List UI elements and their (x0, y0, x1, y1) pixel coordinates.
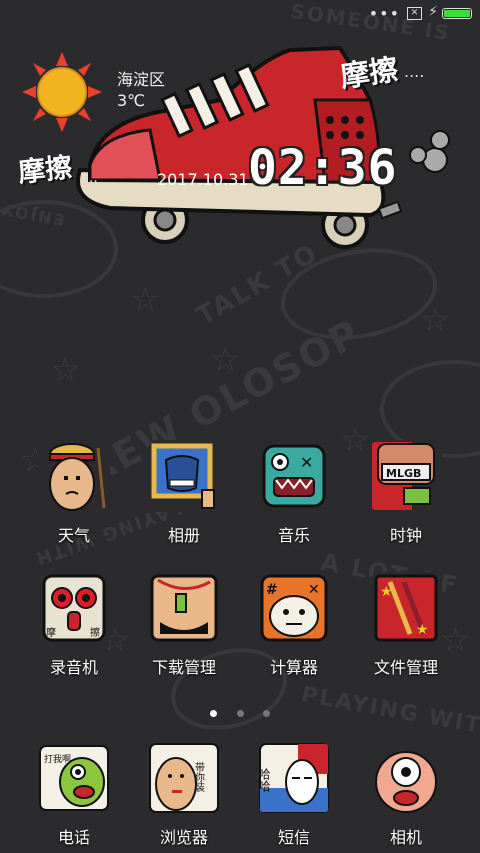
svg-text:#: # (266, 582, 278, 598)
app-clock[interactable]: MLGB 时钟 (351, 440, 461, 546)
browser-bubble-text: 带你装 (193, 762, 205, 793)
file-manager-icon: ★ ★ (370, 572, 442, 644)
bolt-icon: ⚡ (428, 4, 438, 20)
svg-text:✕: ✕ (308, 582, 320, 598)
app-weather[interactable]: 天气 (19, 440, 129, 546)
more-dots-icon: ••• (368, 4, 400, 23)
app-label: 相册 (167, 526, 200, 545)
page-dot[interactable] (210, 710, 218, 717)
app-label: 时钟 (389, 526, 422, 545)
phone-bubble-text: 打我啊 (44, 753, 71, 765)
app-download[interactable]: 下载管理 (129, 572, 239, 678)
app-label: 相机 (389, 828, 422, 847)
recorder-right-text: 擦 (90, 626, 100, 639)
phone-icon: 打我啊 (38, 742, 110, 814)
sun-icon (22, 52, 102, 132)
brand-dots: .... (404, 62, 425, 81)
download-icon (148, 572, 220, 644)
app-label: 电话 (57, 828, 90, 847)
app-label: 短信 (277, 828, 310, 847)
recorder-icon: 摩 擦 (38, 572, 110, 644)
star-icon: ☆ (50, 350, 81, 390)
app-file-manager[interactable]: ★ ★ 文件管理 (351, 572, 461, 678)
close-box-icon: ✕ (407, 7, 422, 20)
camera-icon (370, 742, 442, 814)
messages-icon: 哈哈 (258, 742, 330, 814)
dock-messages[interactable]: 哈哈 短信 (239, 742, 349, 848)
browser-icon: 带你装 (148, 742, 220, 814)
app-label: 录音机 (49, 658, 98, 677)
dock-phone[interactable]: 打我啊 电话 (19, 742, 129, 848)
clock-time[interactable]: 02:36 (248, 140, 398, 196)
svg-text:★: ★ (380, 584, 393, 600)
svg-text:★: ★ (416, 622, 429, 638)
star-icon: ☆ (210, 340, 241, 380)
recorder-left-text: 摩 (46, 626, 56, 639)
messages-bubble-text: 哈哈 (258, 768, 271, 792)
star-icon: ☆ (130, 280, 161, 320)
brand-title: 摩擦 (338, 52, 401, 94)
brand-dots: .... (80, 170, 98, 186)
clock-sign-text: MLGB (386, 467, 421, 480)
app-label: 下载管理 (151, 658, 216, 677)
svg-text:✕: ✕ (300, 453, 313, 472)
app-music[interactable]: ✕ 音乐 (239, 440, 349, 546)
app-gallery[interactable]: 相册 (129, 440, 239, 546)
star-icon: ☆ (420, 300, 451, 340)
brand-subtitle: 摩擦 (16, 152, 74, 189)
clock-date[interactable]: 2017.10.31 (157, 170, 249, 189)
music-icon: ✕ (258, 440, 330, 512)
app-recorder[interactable]: 摩 擦 录音机 (19, 572, 129, 678)
battery-icon (442, 8, 472, 19)
page-dot[interactable] (262, 710, 270, 717)
status-bar: ••• ✕ ⚡ (0, 0, 480, 28)
battery-fill (444, 10, 470, 17)
page-indicator[interactable] (0, 702, 480, 721)
weather-location[interactable]: 海淀区 (117, 66, 165, 90)
dock-browser[interactable]: 带你装 浏览器 (129, 742, 239, 848)
gallery-icon (148, 440, 220, 512)
app-calculator[interactable]: # ✕ 计算器 (239, 572, 349, 678)
app-label: 文件管理 (373, 658, 438, 677)
calculator-icon: # ✕ (258, 572, 330, 644)
app-label: 浏览器 (159, 828, 208, 847)
app-label: 音乐 (277, 526, 310, 545)
weather-icon (38, 440, 110, 512)
weather-temperature[interactable]: 3℃ (117, 91, 145, 110)
clock-icon: MLGB (370, 440, 442, 512)
page-dot[interactable] (236, 710, 244, 717)
dock-camera[interactable]: 相机 (351, 742, 461, 848)
app-label: 计算器 (269, 658, 318, 677)
app-label: 天气 (57, 526, 90, 545)
